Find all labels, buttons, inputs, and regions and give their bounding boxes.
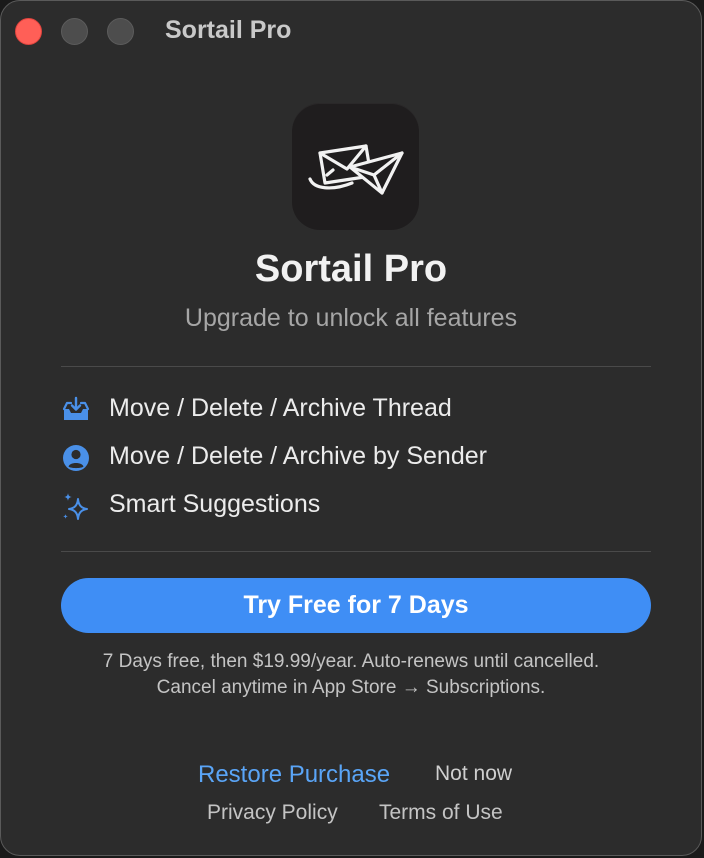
app-icon (292, 103, 419, 230)
cancel-terms-line: Cancel anytime in App Store → Subscripti… (156, 677, 546, 698)
feature-label: Move / Delete / Archive by Sender (109, 442, 487, 470)
window-title: Sortail Pro (165, 16, 292, 44)
close-window-button[interactable] (15, 18, 42, 45)
feature-label: Smart Suggestions (109, 490, 321, 518)
paywall-window: Sortail Pro Sortail Pro Upgrade to unloc… (0, 0, 702, 856)
sparkles-icon (61, 491, 91, 521)
tray-download-icon (61, 395, 91, 425)
titlebar: Sortail Pro (1, 1, 701, 61)
restore-purchase-link[interactable]: Restore Purchase (198, 761, 390, 789)
subtitle: Upgrade to unlock all features (184, 304, 518, 332)
feature-item-sender: Move / Delete / Archive by Sender (61, 439, 651, 475)
feature-label: Move / Delete / Archive Thread (109, 394, 452, 422)
terms-of-use-link[interactable]: Terms of Use (379, 801, 503, 825)
not-now-button[interactable]: Not now (435, 762, 512, 786)
pricing-terms-line: 7 Days free, then $19.99/year. Auto-rene… (102, 651, 600, 672)
envelope-icon (308, 144, 404, 195)
try-free-button[interactable]: Try Free for 7 Days (61, 578, 651, 633)
privacy-policy-link[interactable]: Privacy Policy (207, 801, 338, 825)
app-name: Sortail Pro (254, 248, 448, 290)
zoom-window-button[interactable] (107, 18, 134, 45)
minimize-window-button[interactable] (61, 18, 88, 45)
feature-item-suggestions: Smart Suggestions (61, 487, 651, 523)
person-circle-icon (61, 443, 91, 473)
divider (61, 551, 651, 552)
divider (61, 366, 651, 367)
feature-item-thread: Move / Delete / Archive Thread (61, 391, 651, 427)
